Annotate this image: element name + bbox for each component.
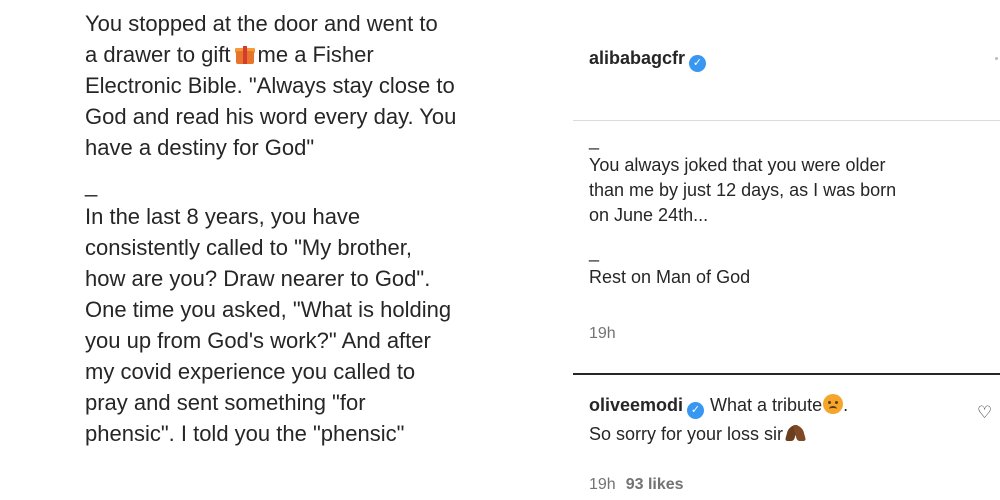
comment-line: than me by just 12 days, as I was born [589, 180, 897, 200]
reply-username[interactable]: oliveemodi [589, 395, 683, 415]
caption-line: my covid experience you called to [85, 359, 416, 384]
comment-line: Rest on Man of God [589, 267, 751, 287]
reply-text: What a tribute [710, 395, 823, 415]
gift-emoji-icon [234, 44, 255, 64]
caption-line: consistently called to "My brother, [85, 235, 412, 260]
reply-line: oliveemodi ✓ What a tribute. [589, 391, 979, 420]
verified-badge-icon: ✓ [687, 402, 705, 419]
caption-line: pray and sent something "for [85, 390, 366, 415]
reply-text: . [843, 395, 849, 415]
caption-line: Electronic Bible. "Always stay close to [85, 73, 455, 98]
reply-line: So sorry for your loss sir [589, 420, 979, 449]
caption-line: One time you asked, "What is holding [85, 297, 452, 322]
sad-face-emoji-icon [823, 394, 844, 414]
username[interactable]: alibabagcfr [589, 48, 685, 68]
caption-line: you up from God's work?" And after [85, 328, 431, 353]
comment-line: on June 24th... [589, 205, 709, 225]
comment-line: You always joked that you were older [589, 155, 886, 175]
divider [573, 373, 1000, 375]
comment-line: _ [589, 242, 600, 262]
divider [573, 120, 1000, 121]
caption-line: how are you? Draw nearer to God". [85, 266, 431, 291]
praying-hands-emoji-icon [784, 423, 807, 443]
caption-separator: _ [85, 0, 555, 8]
caption-text: me a Fisher [257, 42, 374, 67]
caption-line: a drawer to gift me a Fisher [85, 39, 555, 70]
reply-timestamp[interactable]: 19h [589, 476, 616, 493]
caption-line: God and read his word every day. You [85, 104, 457, 129]
reply-text: So sorry for your loss sir [589, 424, 784, 444]
verified-badge-icon: ✓ [689, 55, 707, 72]
likes-count[interactable]: 93 likes [626, 476, 684, 493]
heart-outline-icon[interactable]: ♡ [977, 404, 995, 422]
comment-line [589, 228, 999, 240]
caption-line: In the last 8 years, you have [85, 204, 361, 229]
caption-line: You stopped at the door and went to [85, 11, 438, 36]
comment-timestamp[interactable]: 19h [589, 325, 616, 343]
post-caption: _ You stopped at the door and went to a … [85, 0, 555, 449]
caption-text: a drawer to gift [85, 42, 231, 67]
comment-author[interactable]: alibabagcfr ✓ [589, 48, 707, 72]
reply-comment: oliveemodi ✓ What a tribute. So sorry for … [589, 391, 979, 449]
comment-line: _ [589, 130, 600, 150]
comment-text: _ You always joked that you were older t… [589, 128, 999, 290]
reply-meta: 19h 93 likes [589, 476, 684, 494]
comments-panel: alibabagcfr ✓ _ You always joked that you… [570, 0, 1000, 500]
caption-separator: _ [85, 172, 98, 197]
more-options-icon[interactable] [995, 57, 998, 60]
caption-line: phensic". I told you the "phensic" [85, 421, 405, 446]
caption-line: have a destiny for God" [85, 135, 315, 160]
